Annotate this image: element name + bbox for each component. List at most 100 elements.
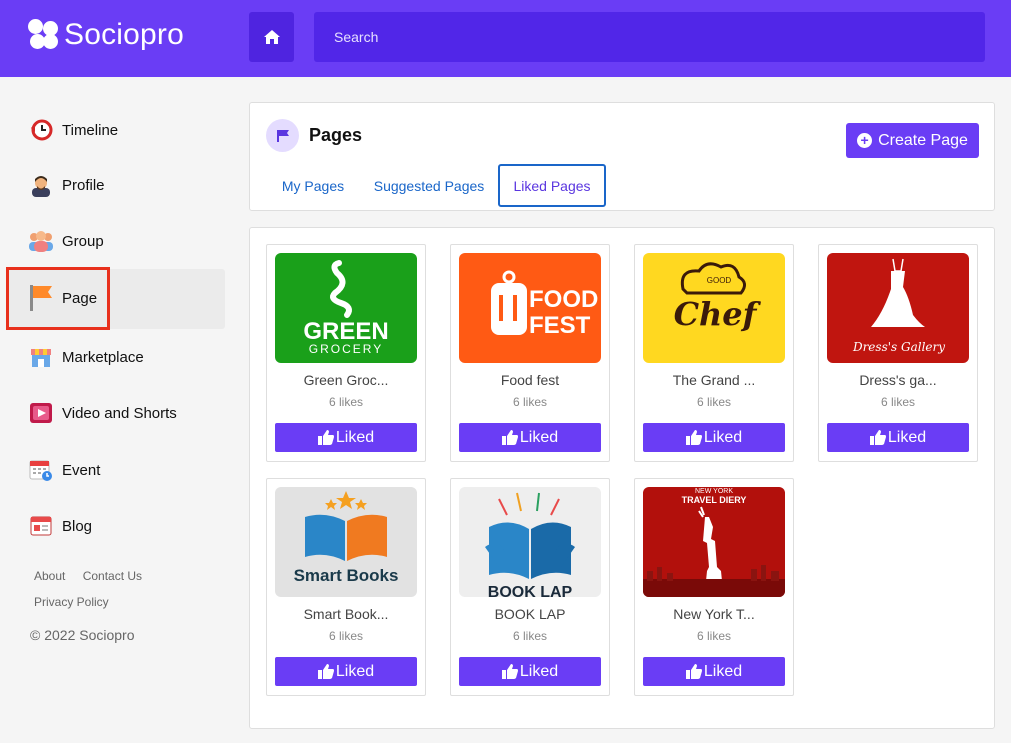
- calendar-icon: [28, 457, 54, 483]
- privacy-link[interactable]: Privacy Policy: [34, 595, 109, 609]
- page-likes: 6 likes: [328, 395, 363, 409]
- page-likes: 6 likes: [696, 629, 731, 643]
- thumbs-up-icon: [317, 430, 334, 445]
- sidebar-item-label: Group: [62, 232, 104, 250]
- thumb-text: TRAVEL DIERY: [682, 495, 747, 505]
- profile-icon: [28, 172, 54, 198]
- thumb-text: Smart Books: [294, 566, 399, 585]
- sidebar-item-label: Video and Shorts: [62, 404, 177, 422]
- search-input[interactable]: [314, 12, 985, 62]
- page-item-highlight-box: [6, 267, 110, 330]
- page-likes: 6 likes: [512, 629, 547, 643]
- sidebar-item-blog[interactable]: Blog: [28, 506, 92, 546]
- page-card[interactable]: Dress's Gallery Dress's ga... 6 likes Li…: [818, 244, 978, 462]
- page-card[interactable]: Smart Books Smart Book... 6 likes Liked: [266, 478, 426, 696]
- page-likes: 6 likes: [696, 395, 731, 409]
- thumb-text: Dress's Gallery: [852, 340, 945, 354]
- thumb-text: Chef: [674, 295, 762, 333]
- thumb-text: FEST: [529, 312, 591, 339]
- sidebar-item-label: Marketplace: [62, 348, 144, 366]
- timeline-icon: [28, 117, 54, 143]
- brand-logo[interactable]: Sociopro: [28, 18, 184, 52]
- page-likes: 6 likes: [512, 395, 547, 409]
- video-icon: [28, 400, 54, 426]
- liked-label: Liked: [887, 428, 927, 446]
- flag-icon: [266, 119, 299, 152]
- page-name: Dress's ga...: [859, 372, 937, 388]
- page-card[interactable]: GREEN GROCERY Green Groc... 6 likes Like…: [266, 244, 426, 462]
- page-title: Pages: [309, 125, 363, 145]
- sidebar-item-event[interactable]: Event: [28, 450, 100, 490]
- thumbs-up-icon: [685, 430, 702, 445]
- page-likes: 6 likes: [328, 629, 363, 643]
- tab-liked-pages[interactable]: Liked Pages: [498, 164, 606, 207]
- group-icon: [28, 228, 54, 254]
- thumb-text: GOOD: [707, 276, 732, 285]
- sidebar-item-group[interactable]: Group: [28, 221, 104, 261]
- page-name: Green Groc...: [303, 372, 389, 388]
- plus-icon: +: [857, 133, 873, 148]
- thumb-text: GREEN: [303, 318, 388, 345]
- create-page-button[interactable]: + Create Page: [846, 123, 979, 158]
- sidebar-item-marketplace[interactable]: Marketplace: [28, 337, 144, 377]
- liked-button[interactable]: Liked: [827, 423, 969, 452]
- page-thumbnail: Smart Books: [275, 487, 417, 597]
- page-thumbnail: FOOD FEST: [459, 253, 601, 363]
- page-thumbnail: GREEN GROCERY: [275, 253, 417, 363]
- liked-button[interactable]: Liked: [643, 423, 785, 452]
- page-thumbnail: GOOD Chef: [643, 253, 785, 363]
- create-page-label: Create Page: [878, 131, 968, 149]
- logo-icon: [28, 19, 60, 51]
- contact-link[interactable]: Contact Us: [83, 569, 142, 583]
- liked-label: Liked: [335, 662, 375, 680]
- brand-name: Sociopro: [64, 18, 185, 51]
- top-header: Sociopro: [0, 0, 1011, 77]
- page-card[interactable]: NEW YORK TRAVEL DIERY New York T... 6 li…: [634, 478, 794, 696]
- copyright: © 2022 Sociopro: [30, 627, 135, 643]
- page-thumbnail: NEW YORK TRAVEL DIERY: [643, 487, 785, 597]
- page-likes: 6 likes: [880, 395, 915, 409]
- liked-label: Liked: [519, 428, 559, 446]
- liked-button[interactable]: Liked: [643, 657, 785, 686]
- thumbs-up-icon: [685, 664, 702, 679]
- page-name: BOOK LAP: [494, 606, 566, 622]
- thumb-text: NEW YORK: [695, 488, 733, 495]
- liked-button[interactable]: Liked: [275, 657, 417, 686]
- thumb-text: FOOD: [529, 286, 598, 313]
- tab-my-pages[interactable]: My Pages: [270, 164, 356, 207]
- page-name: New York T...: [673, 606, 755, 622]
- liked-button[interactable]: Liked: [459, 657, 601, 686]
- sidebar-item-label: Blog: [62, 517, 93, 535]
- liked-label: Liked: [703, 428, 743, 446]
- liked-label: Liked: [519, 662, 559, 680]
- home-icon: [263, 30, 280, 44]
- sidebar-item-video[interactable]: Video and Shorts: [28, 393, 177, 433]
- page-card[interactable]: FOOD FEST Food fest 6 likes Liked: [450, 244, 610, 462]
- home-button[interactable]: [249, 12, 294, 62]
- about-link[interactable]: About: [34, 569, 65, 583]
- footer-links: About Contact Us: [34, 569, 156, 583]
- tab-suggested-pages[interactable]: Suggested Pages: [368, 164, 490, 207]
- pages-header-card: Pages + Create Page My Pages Suggested P…: [249, 102, 995, 211]
- liked-button[interactable]: Liked: [459, 423, 601, 452]
- page-thumbnail: BOOK LAP: [459, 487, 601, 597]
- sidebar-item-label: Profile: [62, 176, 105, 194]
- page-name: The Grand ...: [672, 372, 756, 388]
- thumbs-up-icon: [869, 430, 886, 445]
- page-card[interactable]: GOOD Chef The Grand ... 6 likes Liked: [634, 244, 794, 462]
- liked-button[interactable]: Liked: [275, 423, 417, 452]
- page-card[interactable]: BOOK LAP BOOK LAP 6 likes Liked: [450, 478, 610, 696]
- sidebar-item-label: Timeline: [62, 121, 119, 139]
- liked-label: Liked: [335, 428, 375, 446]
- blog-icon: [28, 513, 54, 539]
- thumbs-up-icon: [501, 664, 518, 679]
- thumb-text: GROCERY: [309, 342, 383, 356]
- footer-links-2: Privacy Policy: [34, 595, 123, 609]
- liked-label: Liked: [703, 662, 743, 680]
- thumbs-up-icon: [317, 664, 334, 679]
- thumb-text: BOOK LAP: [488, 584, 573, 597]
- sidebar-item-profile[interactable]: Profile: [28, 165, 105, 205]
- thumbs-up-icon: [501, 430, 518, 445]
- sidebar-item-timeline[interactable]: Timeline: [28, 110, 118, 150]
- page-name: Food fest: [500, 372, 560, 388]
